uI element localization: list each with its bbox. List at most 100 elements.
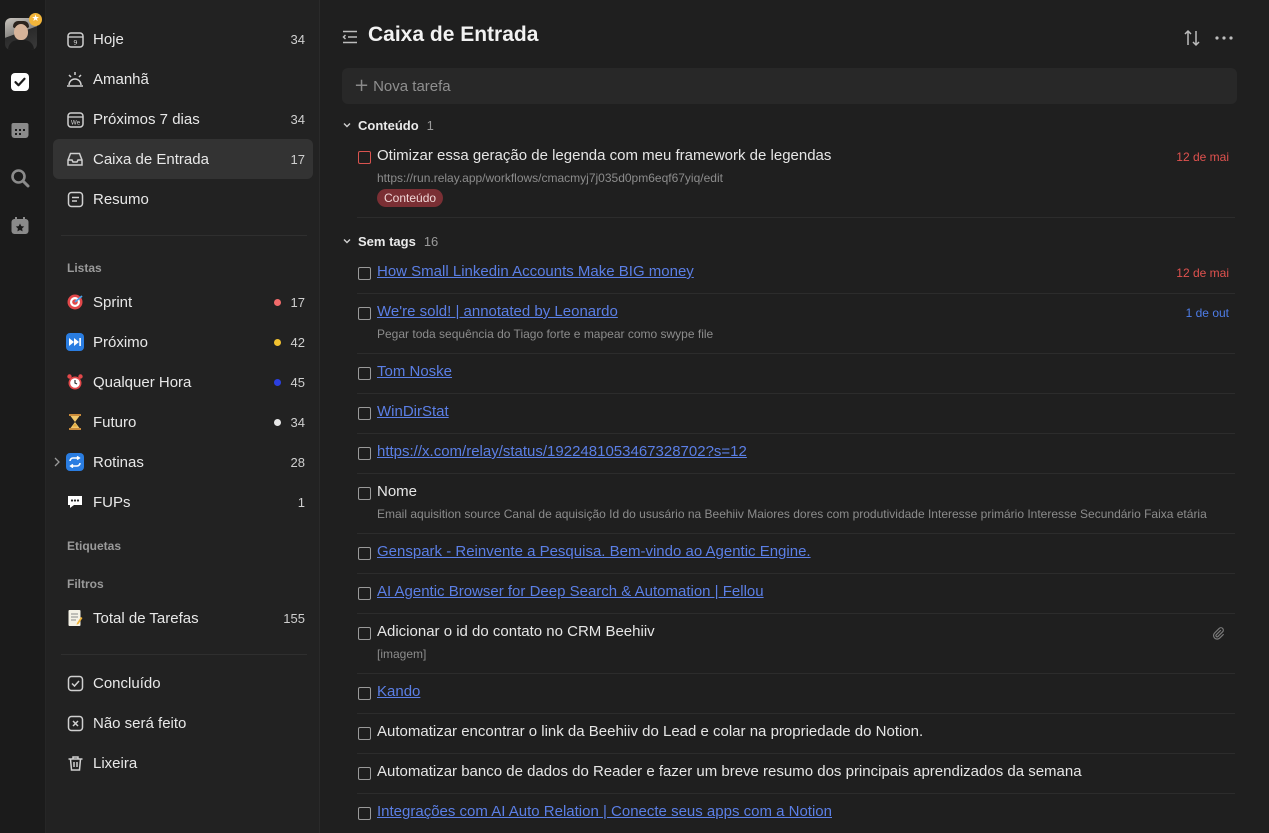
sidebar-item-proximo[interactable]: Próximo 42 [53,322,313,362]
sidebar-item-total-de-tarefas[interactable]: Total de Tarefas 155 [53,598,313,638]
chevron-right-icon[interactable] [53,455,61,469]
task-title-link[interactable]: We're sold! | annotated by Leonardo [377,303,618,320]
task-checkbox[interactable] [358,487,371,500]
task-checkbox[interactable] [358,767,371,780]
sidebar-item-futuro[interactable]: Futuro 34 [53,402,313,442]
task-row[interactable]: We're sold! | annotated by Leonardo 1 de… [357,294,1235,354]
task-checkbox[interactable] [358,687,371,700]
task-title-link[interactable]: How Small Linkedin Accounts Make BIG mon… [377,263,694,280]
task-title[interactable]: Automatizar encontrar o link da Beehiiv … [377,723,923,740]
group-name: Conteúdo [358,117,419,133]
task-row[interactable]: Adicionar o id do contato no CRM Beehiiv… [357,614,1235,674]
sidebar-item-label: Futuro [93,413,137,431]
item-count: 34 [290,414,305,430]
task-title[interactable]: Automatizar banco de dados do Reader e f… [377,763,1082,780]
list-color-dot [274,299,281,306]
task-title-link[interactable]: https://x.com/relay/status/1922481053467… [377,443,747,460]
task-title-link[interactable]: Kando [377,683,420,700]
sidebar-item-sprint[interactable]: Sprint 17 [53,282,313,322]
sidebar-item-label: Hoje [93,30,124,48]
app-rail: ★ [0,0,46,833]
section-label-etiquetas[interactable]: Etiquetas [67,539,121,553]
sidebar-item-amanha[interactable]: Amanhã [53,59,313,99]
task-row[interactable]: https://x.com/relay/status/1922481053467… [357,434,1235,474]
task-checkbox[interactable] [358,267,371,280]
task-due-date[interactable]: 12 de mai [1176,266,1229,280]
task-row[interactable]: AI Agentic Browser for Deep Search & Aut… [357,574,1235,614]
task-checkbox[interactable] [358,587,371,600]
group-header-conteudo[interactable]: Conteúdo 1 [342,115,434,135]
task-checkbox[interactable] [358,447,371,460]
chevron-down-icon [343,239,351,244]
sidebar-item-label: FUPs [93,493,131,511]
group-count: 1 [426,117,434,133]
repeat-icon [65,452,85,472]
task-row[interactable]: Tom Noske [357,354,1235,394]
sidebar-item-lixeira[interactable]: Lixeira [53,743,313,783]
task-checkbox[interactable] [358,727,371,740]
task-row[interactable]: Automatizar banco de dados do Reader e f… [357,754,1235,794]
sidebar-item-concluido[interactable]: Concluído [53,663,313,703]
sidebar-item-label: Total de Tarefas [93,609,199,627]
task-checkbox[interactable] [358,367,371,380]
task-row[interactable]: Nome Email aquisition source Canal de aq… [357,474,1235,534]
new-task-input[interactable]: + Nova tarefa [342,68,1237,104]
search-icon[interactable] [9,167,31,189]
item-count: 17 [290,294,305,310]
calendar-icon[interactable] [9,119,31,141]
task-row[interactable]: Integrações com AI Auto Relation | Conec… [357,794,1235,833]
task-title-link[interactable]: Genspark - Reinvente a Pesquisa. Bem-vin… [377,543,811,560]
task-checkbox[interactable] [358,807,371,820]
task-title-link[interactable]: AI Agentic Browser for Deep Search & Aut… [377,583,764,600]
task-row[interactable]: How Small Linkedin Accounts Make BIG mon… [357,254,1235,294]
task-title[interactable]: Otimizar essa geração de legenda com meu… [377,147,831,164]
sidebar-item-label: Não será feito [93,714,187,732]
attachment-icon [1212,627,1224,640]
task-description: Email aquisition source Canal de aquisiç… [377,507,1207,521]
task-checkbox[interactable] [358,547,371,560]
sidebar-item-proximos-7-dias[interactable]: We Próximos 7 dias 34 [53,99,313,139]
section-label-filtros[interactable]: Filtros [67,577,104,591]
task-due-date[interactable]: 1 de out [1186,306,1229,320]
trash-icon [65,753,85,773]
chevron-down-icon [343,123,351,128]
task-title[interactable]: Adicionar o id do contato no CRM Beehiiv [377,623,655,640]
sidebar-item-nao-sera-feito[interactable]: Não será feito [53,703,313,743]
task-checkbox[interactable] [358,407,371,420]
item-count: 42 [290,334,305,350]
sidebar-item-rotinas[interactable]: Rotinas 28 [53,442,313,482]
calendar-day-icon: 9 [65,29,85,49]
task-row[interactable]: WinDirStat [357,394,1235,434]
item-count: 28 [290,454,305,470]
sidebar-item-label: Resumo [93,190,149,208]
task-row[interactable]: Automatizar encontrar o link da Beehiiv … [357,714,1235,754]
sidebar-item-label: Concluído [93,674,161,692]
star-calendar-icon[interactable] [9,215,31,237]
group-header-sem-tags[interactable]: Sem tags 16 [342,231,438,251]
check-square-icon[interactable] [9,71,31,93]
collapse-sidebar-icon[interactable] [341,28,359,46]
task-checkbox[interactable] [358,627,371,640]
summary-icon [65,189,85,209]
task-tag[interactable]: Conteúdo [377,189,444,207]
sidebar-item-qualquer-hora[interactable]: Qualquer Hora 45 [53,362,313,402]
task-row[interactable]: Genspark - Reinvente a Pesquisa. Bem-vin… [357,534,1235,574]
task-title-link[interactable]: Tom Noske [377,363,452,380]
sidebar-item-caixa-de-entrada[interactable]: Caixa de Entrada 17 [53,139,313,179]
task-due-date[interactable]: 12 de mai [1176,150,1229,164]
task-checkbox[interactable] [358,151,371,164]
sidebar-item-resumo[interactable]: Resumo [53,179,313,219]
task-title[interactable]: Nome [377,483,417,500]
sidebar-item-fups[interactable]: FUPs 1 [53,482,313,522]
sidebar-item-hoje[interactable]: 9 Hoje 34 [53,19,313,59]
more-options-icon[interactable] [1213,28,1235,48]
sort-icon[interactable] [1183,28,1201,48]
group-count: 16 [423,233,439,249]
task-title-link[interactable]: Integrações com AI Auto Relation | Conec… [377,803,832,820]
task-row[interactable]: Kando [357,674,1235,714]
section-label-listas: Listas [67,261,102,275]
memo-icon [65,608,85,628]
task-row[interactable]: Otimizar essa geração de legenda com meu… [357,138,1235,218]
task-title-link[interactable]: WinDirStat [377,403,449,420]
task-checkbox[interactable] [358,307,371,320]
